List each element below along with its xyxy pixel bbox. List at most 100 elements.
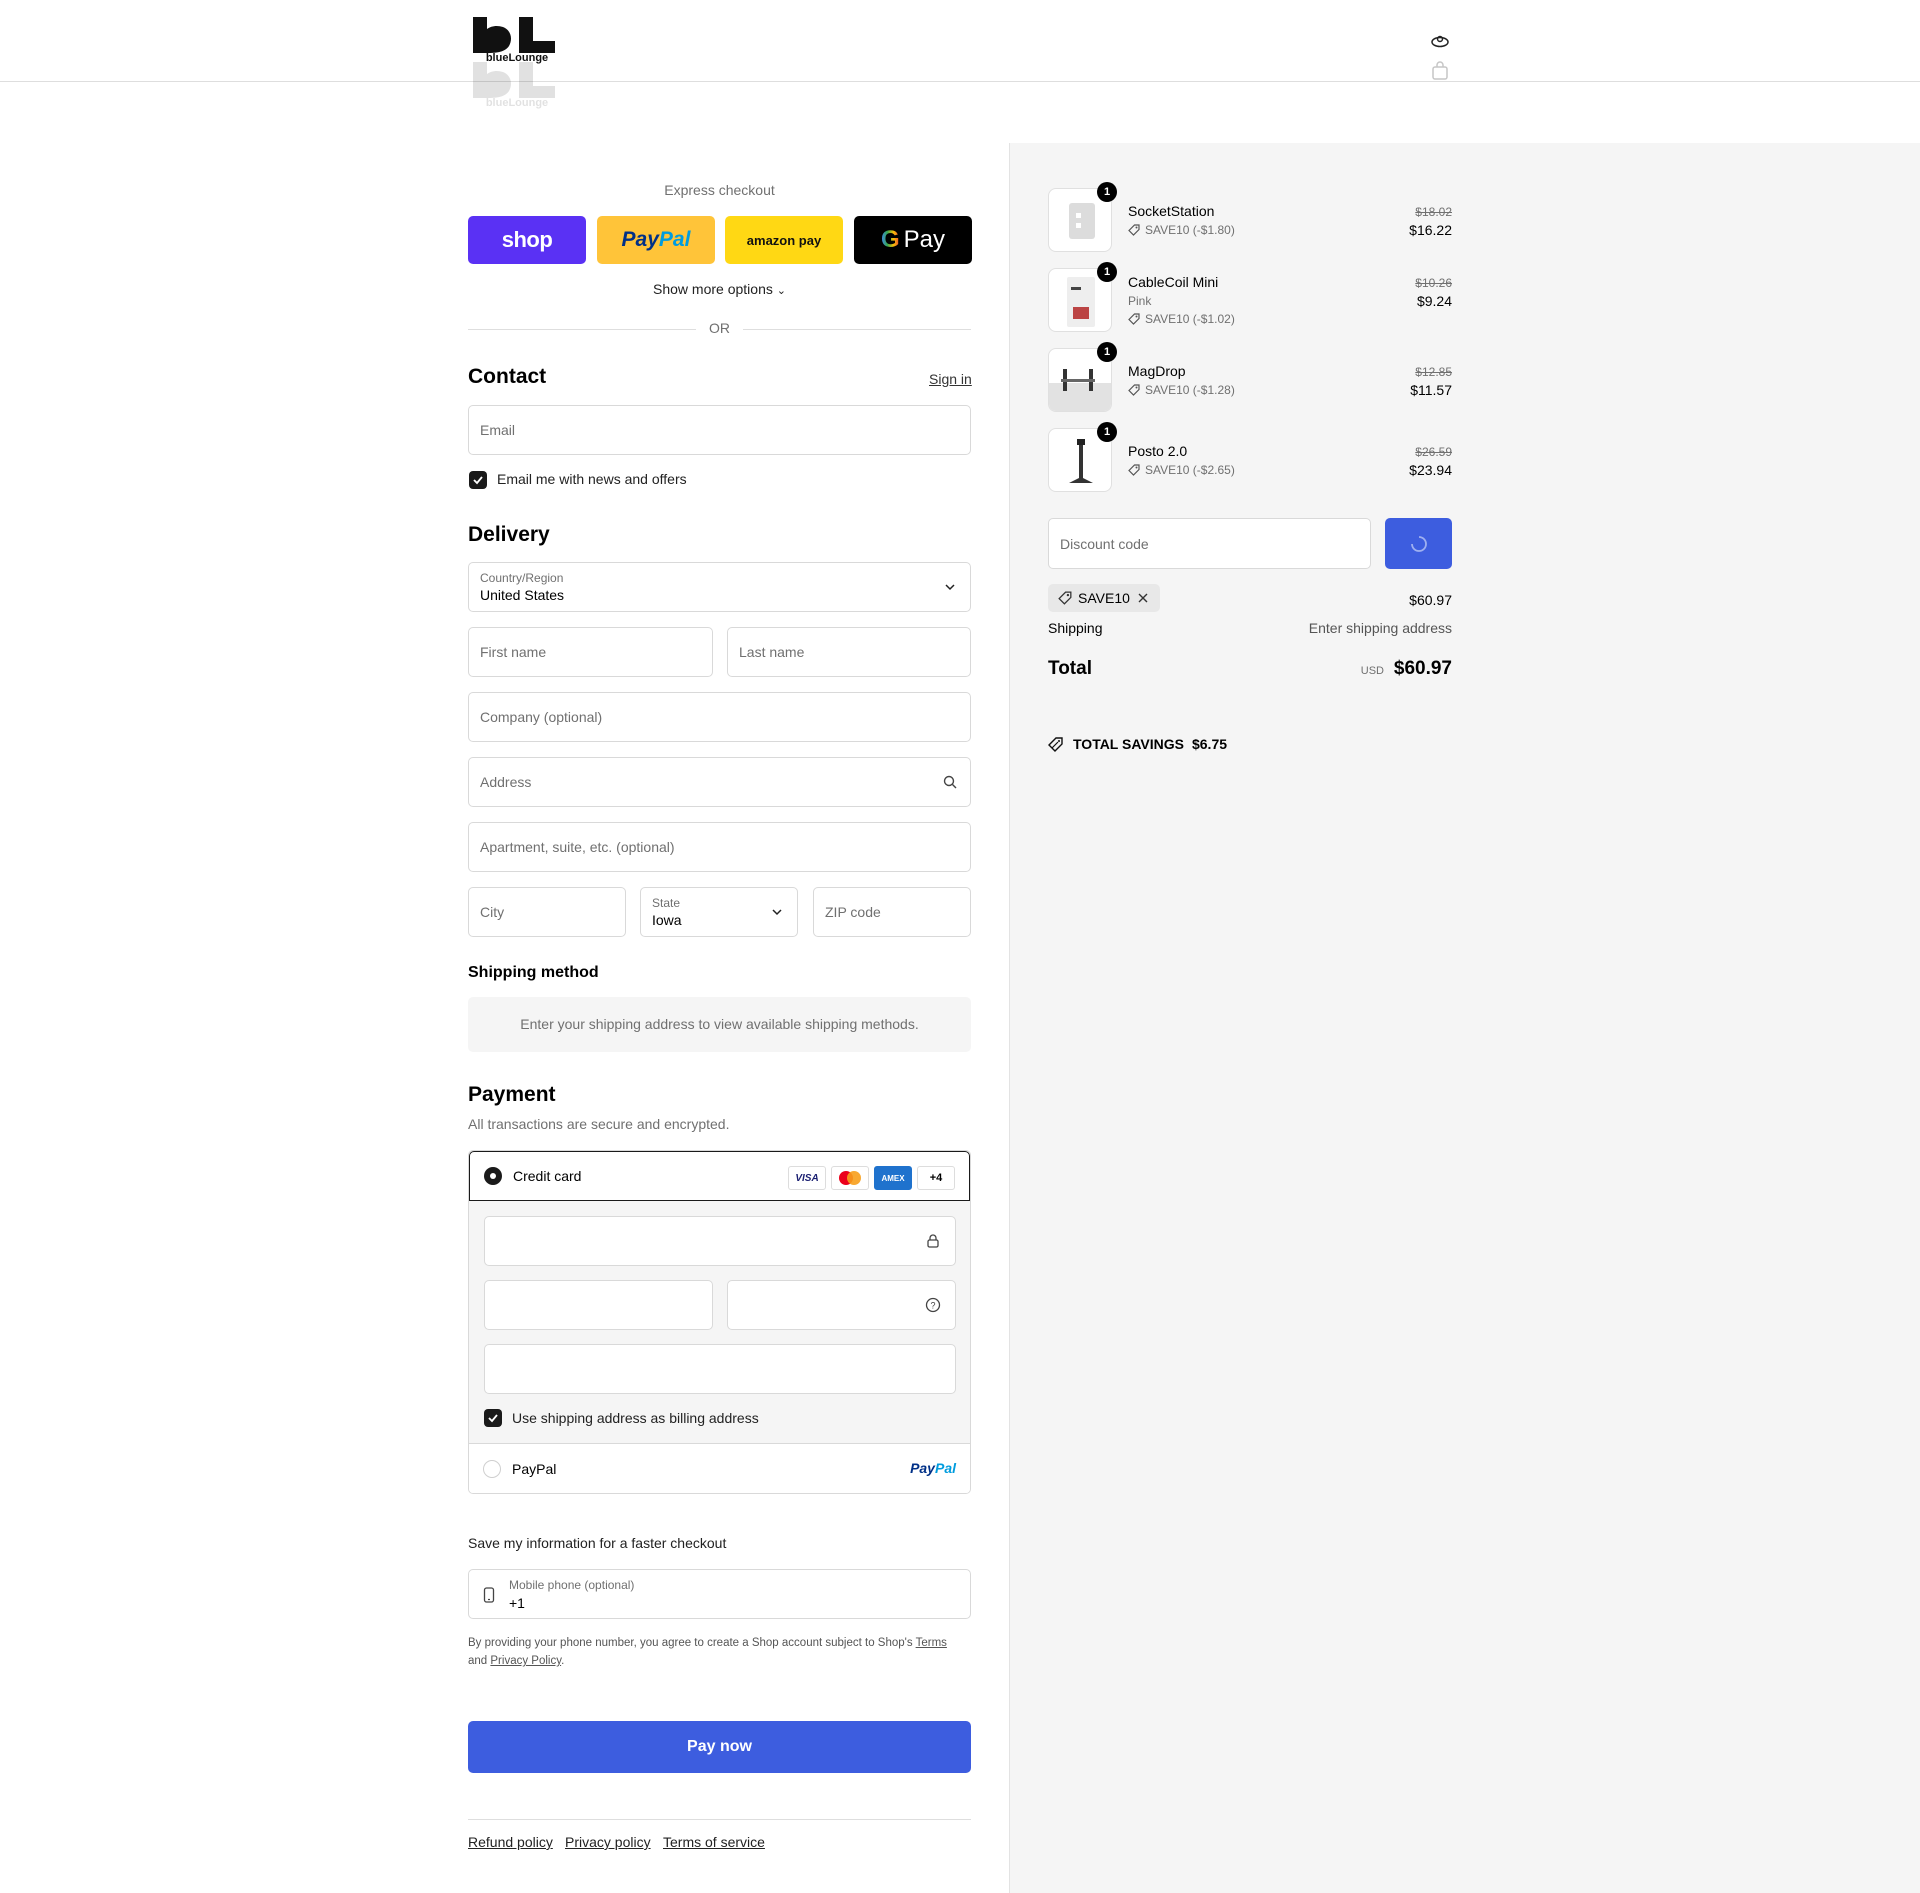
card-number-field[interactable]: [484, 1216, 956, 1266]
item-original-price: $10.26: [1415, 276, 1452, 290]
google-g-icon: G: [880, 226, 900, 253]
terms-prefix: By providing your phone number, you agre…: [468, 1637, 913, 1649]
email-placeholder: Email: [480, 422, 516, 438]
terms-link[interactable]: Terms: [916, 1637, 947, 1649]
express-checkout-title: Express checkout: [664, 182, 775, 198]
show-more-options[interactable]: Show more options ⌄: [468, 281, 971, 297]
paypal-option[interactable]: PayPal PayPal: [469, 1444, 970, 1493]
refund-policy-link[interactable]: Refund policy: [468, 1834, 553, 1850]
tag-icon: [1128, 313, 1140, 325]
total-value: $60.97: [1393, 658, 1452, 679]
help-icon[interactable]: ?: [925, 1297, 941, 1313]
check-icon: [473, 476, 483, 485]
google-pay-button[interactable]: G Pay: [854, 216, 972, 264]
bag-icon[interactable]: [1430, 61, 1450, 81]
shipping-method-title: Shipping method: [468, 964, 599, 981]
tags-icon: [1048, 736, 1063, 752]
discount-code-field[interactable]: Discount code: [1048, 518, 1371, 569]
delivery-title: Delivery: [468, 523, 550, 546]
credit-card-label: Credit card: [513, 1168, 582, 1184]
payment-title: Payment: [468, 1083, 556, 1106]
shipping-value: Enter shipping address: [1308, 620, 1452, 636]
line-item: 1 Posto 2.0 SAVE10 (-$2.65) $26.59 $23.9…: [1048, 422, 1452, 494]
contact-title: Contact: [468, 365, 547, 388]
chevron-down-icon: [945, 584, 955, 591]
amazon-pay-button[interactable]: amazon pay: [725, 216, 843, 264]
pay-now-button[interactable]: Pay now: [468, 1721, 971, 1773]
privacy-policy-footer-link[interactable]: Privacy policy: [565, 1834, 651, 1850]
line-item: 1 CableCoil Mini Pink SAVE10 (-$1.02) $1…: [1048, 262, 1452, 334]
paypal-express-button[interactable]: PayPal: [597, 216, 715, 264]
footer-divider: [468, 1819, 971, 1820]
or-divider: OR: [468, 320, 971, 338]
credit-card-option[interactable]: Credit card VISA AMEX +4: [469, 1151, 970, 1201]
visa-icon: VISA: [788, 1166, 826, 1190]
header: blueLounge: [0, 0, 1920, 82]
paypal-logo: PayPal: [910, 1460, 956, 1476]
account-icon[interactable]: [1430, 31, 1450, 51]
sign-in-link[interactable]: Sign in: [929, 371, 972, 387]
credit-card-radio[interactable]: [484, 1167, 502, 1185]
shipping-method-message: Enter your shipping address to view avai…: [468, 997, 971, 1052]
google-pay-label: Pay: [903, 226, 946, 253]
shipping-label: Shipping: [1048, 620, 1103, 636]
zip-field[interactable]: ZIP code: [813, 887, 971, 937]
billing-checkbox[interactable]: [484, 1409, 502, 1427]
country-select[interactable]: Country/Region United States: [468, 562, 971, 612]
item-original-price: $18.02: [1415, 205, 1452, 219]
item-price: $23.94: [1409, 462, 1452, 478]
city-field[interactable]: City: [468, 887, 626, 937]
applied-discount-chip: SAVE10: [1048, 584, 1160, 612]
total-amount: USD $60.97: [1252, 658, 1452, 680]
applied-code: SAVE10: [1078, 590, 1130, 606]
paypal-logo: PayPal: [621, 228, 691, 251]
close-icon[interactable]: [1136, 591, 1150, 605]
name-on-card-field[interactable]: [484, 1344, 956, 1394]
search-icon[interactable]: [942, 774, 958, 790]
bluelounge-logo-shadow: blueLounge: [473, 62, 555, 109]
line-item: 1 SocketStation SAVE10 (-$1.80) $18.02 $…: [1048, 182, 1452, 254]
company-field[interactable]: Company (optional): [468, 692, 971, 742]
item-original-price: $26.59: [1415, 445, 1452, 459]
city-placeholder: City: [480, 904, 505, 920]
item-name: MagDrop: [1128, 363, 1186, 379]
address-field[interactable]: Address: [468, 757, 971, 807]
news-checkbox[interactable]: [469, 471, 487, 489]
mastercard-icon: [831, 1166, 869, 1190]
bluelounge-logo[interactable]: blueLounge: [471, 15, 563, 65]
phone-field[interactable]: Mobile phone (optional) +1: [468, 1569, 971, 1619]
terms-notice: By providing your phone number, you agre…: [468, 1637, 947, 1667]
discount-placeholder: Discount code: [1060, 536, 1149, 552]
item-price: $9.24: [1416, 293, 1452, 309]
tag-icon: [1128, 384, 1140, 396]
first-name-placeholder: First name: [480, 644, 547, 660]
quantity-badge: 1: [1097, 422, 1117, 442]
svg-text:?: ?: [930, 1301, 935, 1311]
expiration-field[interactable]: [484, 1280, 713, 1330]
item-name: Posto 2.0: [1128, 443, 1188, 459]
state-select[interactable]: State Iowa: [640, 887, 798, 937]
quantity-badge: 1: [1097, 182, 1117, 202]
phone-label: Mobile phone (optional): [509, 1578, 635, 1592]
shop-pay-button[interactable]: shop: [468, 216, 586, 264]
tag-icon: [1128, 224, 1140, 236]
total-label: Total: [1048, 658, 1092, 679]
terms-and: and: [468, 1655, 488, 1667]
amazon-pay-label: amazon pay: [746, 232, 822, 248]
terms-of-service-link[interactable]: Terms of service: [663, 1834, 765, 1850]
paypal-radio[interactable]: [483, 1460, 501, 1478]
line-item: 1 MagDrop SAVE10 (-$1.28) $12.85 $11.57: [1048, 342, 1452, 414]
first-name-field[interactable]: First name: [468, 627, 713, 677]
more-cards-badge: +4: [917, 1166, 955, 1190]
security-code-field[interactable]: ?: [727, 1280, 956, 1330]
apply-discount-button[interactable]: [1385, 518, 1452, 569]
spinner-icon: [1410, 535, 1427, 552]
email-field[interactable]: Email: [468, 405, 971, 455]
apartment-field[interactable]: Apartment, suite, etc. (optional): [468, 822, 971, 872]
credit-card-form: ? Use shipping address as billing addres…: [469, 1201, 970, 1444]
item-price: $11.57: [1410, 382, 1452, 398]
save-info-title: Save my information for a faster checkou…: [468, 1535, 727, 1551]
last-name-field[interactable]: Last name: [727, 627, 971, 677]
privacy-policy-link[interactable]: Privacy Policy: [490, 1655, 561, 1667]
lock-icon: [927, 1234, 939, 1248]
